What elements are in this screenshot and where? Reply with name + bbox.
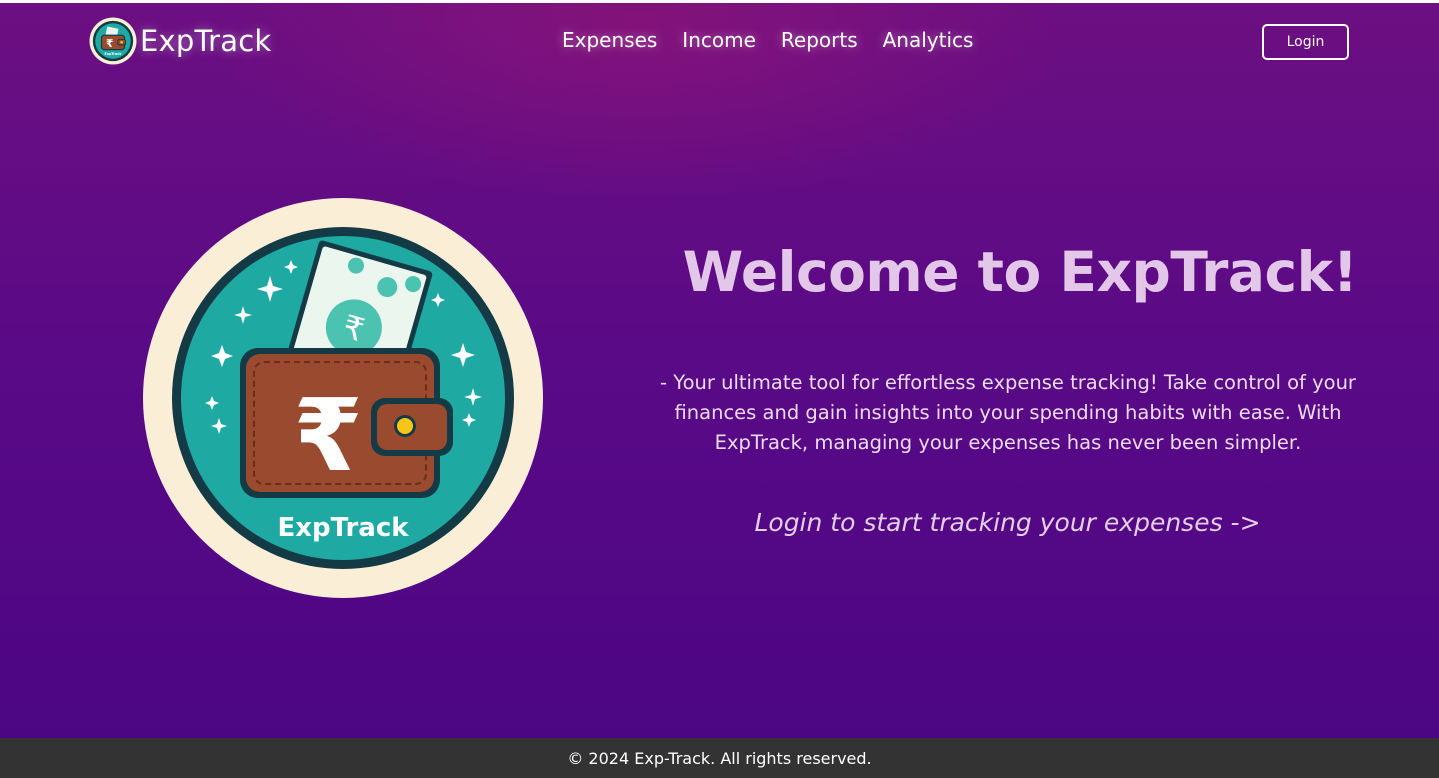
hero-description: - Your ultimate tool for effortless expe… xyxy=(660,371,1356,454)
hero-logo: ₹ ₹ ExpTrack xyxy=(143,198,543,598)
brand[interactable]: ₹ ExpTrack ExpTrack xyxy=(89,17,271,65)
nav-link-income[interactable]: Income xyxy=(682,28,756,52)
main-nav: Expenses Income Reports Analytics xyxy=(562,28,973,52)
hero-title: Welcome to ExpTrack! xyxy=(682,240,1358,304)
nav-link-analytics[interactable]: Analytics xyxy=(883,28,974,52)
footer: © 2024 Exp-Track. All rights reserved. xyxy=(0,738,1439,778)
nav-link-expenses[interactable]: Expenses xyxy=(562,28,657,52)
login-button[interactable]: Login xyxy=(1262,24,1349,60)
wallet-rupee-logo-icon: ₹ ExpTrack xyxy=(89,17,137,65)
rupee-icon: ₹ xyxy=(293,377,363,494)
copyright-text: © 2024 Exp-Track. All rights reserved. xyxy=(567,748,872,768)
landing-page: ₹ ExpTrack ExpTrack Expenses Income Repo… xyxy=(0,0,1439,778)
brand-name[interactable]: ExpTrack xyxy=(140,24,271,58)
hero-logo-text: ExpTrack xyxy=(277,513,409,543)
nav-link-reports[interactable]: Reports xyxy=(781,28,858,52)
svg-text:ExpTrack: ExpTrack xyxy=(105,52,123,56)
svg-text:₹: ₹ xyxy=(106,38,113,50)
top-border xyxy=(0,0,1439,3)
login-cta-link[interactable]: Login to start tracking your expenses -> xyxy=(700,508,1315,537)
